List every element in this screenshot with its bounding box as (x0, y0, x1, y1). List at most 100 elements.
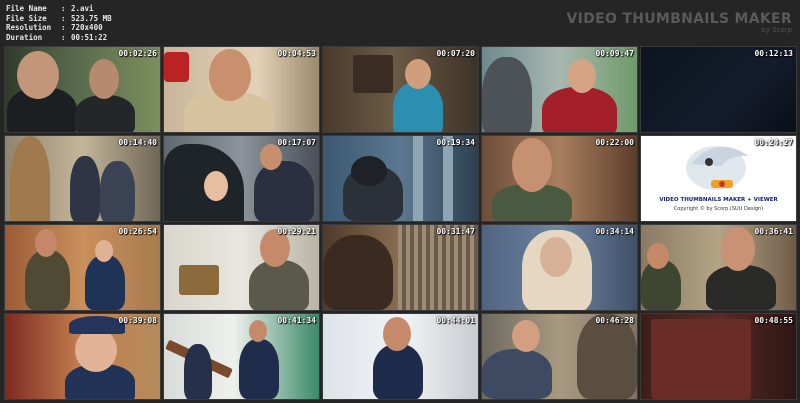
face-shape (540, 237, 572, 277)
timestamp: 00:19:34 (436, 138, 475, 147)
thumbnail[interactable]: 00:17:07 (163, 135, 320, 222)
thumbnail[interactable]: 00:31:47 (322, 224, 479, 311)
duration-value: 00:51:22 (71, 32, 108, 42)
file-size-label: File Size (6, 13, 47, 23)
figure-shape (164, 52, 189, 82)
thumbnail[interactable]: 00:48:55 (640, 313, 797, 400)
face-shape (95, 240, 113, 262)
thumbnail-promo[interactable]: VIDEO THUMBNAILS MAKER + VIEWER Copyrigh… (640, 135, 797, 222)
face-shape (512, 320, 540, 352)
timestamp: 00:46:28 (595, 316, 634, 325)
timestamp: 00:09:47 (595, 49, 634, 58)
face-shape (405, 59, 431, 89)
face-shape (89, 59, 119, 99)
figure-shape (249, 260, 309, 310)
file-size-value: 523.75 MB (71, 13, 112, 23)
thumbnail[interactable]: 00:29:21 (163, 224, 320, 311)
file-name-value: 2.avi (71, 4, 94, 13)
figure-shape (70, 156, 100, 221)
promo-title: VIDEO THUMBNAILS MAKER + VIEWER (659, 197, 778, 203)
timestamp: 00:26:54 (118, 227, 157, 236)
header-bar: File Name : 2.avi File Size : 523.75 MB … (0, 0, 800, 44)
figure-shape (482, 349, 552, 399)
face-shape (721, 227, 755, 271)
figure-shape (100, 161, 135, 221)
timestamp: 00:34:14 (595, 227, 634, 236)
figure-shape (542, 87, 617, 132)
figure-shape (25, 250, 70, 310)
timestamp: 00:31:47 (436, 227, 475, 236)
separator: : (61, 13, 66, 23)
face-shape (75, 328, 117, 372)
figure-shape (398, 225, 478, 310)
face-shape (204, 171, 228, 201)
file-name-label: File Name (6, 4, 47, 13)
thumbnail[interactable]: 00:09:47 (481, 46, 638, 133)
figure-shape (10, 136, 50, 221)
thumbnail[interactable]: 00:46:28 (481, 313, 638, 400)
figure-shape (69, 316, 125, 334)
face-shape (512, 138, 552, 192)
thumbnail[interactable]: 00:22:00 (481, 135, 638, 222)
face-shape (35, 229, 57, 257)
separator: : (61, 23, 66, 32)
thumbnail[interactable]: 00:04:53 (163, 46, 320, 133)
separator: : (61, 4, 66, 13)
figure-shape (184, 344, 212, 399)
resolution-label: Resolution (6, 23, 52, 32)
thumbnail[interactable]: 00:12:13 (640, 46, 797, 133)
thumbnail[interactable]: 00:07:20 (322, 46, 479, 133)
resolution-value: 720x400 (71, 23, 103, 32)
thumbnail[interactable]: 00:19:34 (322, 135, 479, 222)
figure-shape (353, 55, 393, 93)
figure-shape (373, 344, 423, 399)
resolution-row: Resolution : 720x400 (6, 23, 112, 33)
file-name-row: File Name : 2.avi (6, 4, 112, 14)
thumbnail[interactable]: 00:34:14 (481, 224, 638, 311)
separator: : (61, 32, 66, 42)
timestamp: 00:48:55 (754, 316, 793, 325)
face-shape (351, 156, 387, 186)
timestamp: 00:17:07 (277, 138, 316, 147)
promo-copyright: Copyright © by Scorp (SUU Design) (673, 206, 764, 212)
timestamp: 00:12:13 (754, 49, 793, 58)
face-shape (17, 51, 59, 99)
figure-shape (254, 161, 314, 221)
figure-shape (179, 265, 219, 295)
timestamp: 00:39:08 (118, 316, 157, 325)
file-info-panel: File Name : 2.avi File Size : 523.75 MB … (6, 4, 112, 42)
file-size-row: File Size : 523.75 MB (6, 14, 112, 24)
timestamp: 00:24:27 (754, 138, 793, 147)
face-shape (249, 320, 267, 342)
figure-shape (75, 95, 135, 132)
figure-shape (323, 235, 393, 310)
brand-watermark: VIDEO THUMBNAILS MAKER by Scorp (567, 11, 792, 34)
figure-shape (482, 57, 532, 132)
face-shape (568, 59, 596, 93)
thumbnail[interactable]: 00:36:41 (640, 224, 797, 311)
timestamp: 00:02:26 (118, 49, 157, 58)
thumbnail[interactable]: 00:02:26 (4, 46, 161, 133)
figure-shape (239, 339, 279, 399)
face-shape (260, 144, 282, 170)
thumbnail[interactable]: 00:39:08 (4, 313, 161, 400)
figure-shape (443, 136, 453, 221)
timestamp: 00:22:00 (595, 138, 634, 147)
figure-shape (651, 319, 751, 399)
brand-title: VIDEO THUMBNAILS MAKER (566, 11, 792, 27)
face-shape (209, 49, 251, 101)
thumbnail[interactable]: 00:26:54 (4, 224, 161, 311)
figure-shape (577, 314, 637, 399)
timestamp: 00:07:20 (436, 49, 475, 58)
thumbnail[interactable]: 00:41:34 (163, 313, 320, 400)
face-shape (647, 243, 669, 269)
thumbnail[interactable]: 00:14:40 (4, 135, 161, 222)
brand-subtitle: by Scorp (761, 26, 792, 34)
timestamp: 00:14:40 (118, 138, 157, 147)
timestamp: 00:36:41 (754, 227, 793, 236)
figure-shape (393, 82, 443, 132)
thumbnail[interactable]: 00:44:01 (322, 313, 479, 400)
duration-label: Duration (6, 32, 43, 42)
duration-row: Duration : 00:51:22 (6, 33, 112, 43)
figure-shape (706, 265, 776, 310)
